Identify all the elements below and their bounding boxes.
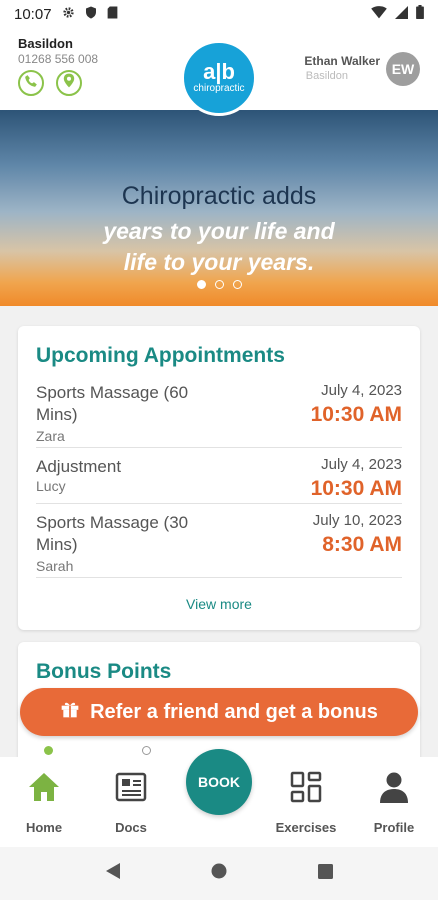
appointment-date: July 10, 2023 [312, 512, 402, 529]
battery-icon [416, 5, 424, 23]
banner-tagline-2: life to your years. [123, 249, 315, 275]
avatar[interactable]: EW [386, 52, 420, 86]
refer-friend-button[interactable]: Refer a friend and get a bonus [20, 688, 418, 736]
signal-icon [395, 5, 408, 23]
appointments-title: Upcoming Appointments [36, 344, 285, 367]
nav-exercises-label: Exercises [275, 820, 337, 835]
clinic-logo: a|b chiropractic [181, 40, 257, 116]
app-header: Basildon 01268 556 008 a|b chiropractic … [0, 28, 438, 116]
nav-profile[interactable]: Profile [354, 771, 434, 835]
document-icon [115, 771, 147, 808]
appointment-staff: Zara [36, 428, 65, 444]
nav-docs-label: Docs [115, 820, 147, 835]
progress-dot-icon [142, 746, 151, 755]
exercises-grid-icon [290, 771, 322, 808]
appointment-service: Sports Massage (30 Mins) [36, 513, 189, 554]
user-name: Ethan Walker [304, 54, 380, 68]
user-location: Basildon [305, 70, 348, 82]
person-icon [379, 771, 409, 808]
carousel-dot[interactable] [232, 280, 242, 289]
refer-friend-label: Refer a friend and get a bonus [90, 700, 378, 723]
promo-banner[interactable]: Chiropractic adds years to your life and… [0, 110, 438, 306]
appointment-date: July 4, 2023 [321, 382, 402, 399]
banner-tagline-1: years to your life and [103, 218, 335, 244]
appointment-date: July 4, 2023 [321, 456, 402, 473]
home-circle-icon[interactable] [211, 863, 227, 884]
appointment-row[interactable]: Sports Massage (30 Mins) Sarah July 10, … [36, 512, 402, 578]
bottom-nav: Home Docs BOOK Exercises Profile [0, 749, 438, 847]
logo-mark: a|b [203, 59, 235, 84]
map-pin-icon [63, 73, 75, 93]
appointment-service: Sports Massage (60 Mins) [36, 383, 189, 424]
nav-home-label: Home [25, 820, 63, 835]
carousel-dots [0, 280, 438, 289]
back-icon[interactable] [105, 862, 121, 885]
gift-icon [60, 699, 80, 725]
phone-icon [24, 74, 38, 93]
carousel-dot[interactable] [214, 280, 224, 289]
banner-heading: Chiropractic adds [121, 182, 317, 210]
book-button[interactable]: BOOK [186, 749, 252, 815]
nav-exercises[interactable]: Exercises [266, 771, 346, 835]
appointment-service: Adjustment [36, 457, 122, 476]
shield-icon [85, 6, 97, 23]
recents-icon[interactable] [317, 863, 333, 884]
gear-icon [62, 6, 75, 23]
home-icon [27, 771, 61, 808]
appointment-time: 8:30 AM [322, 533, 402, 556]
clinic-phone: 01268 556 008 [18, 52, 99, 66]
progress-dot-icon [44, 746, 53, 755]
status-time: 10:07 [14, 5, 52, 23]
appointment-time: 10:30 AM [310, 403, 402, 426]
appointment-staff: Sarah [36, 558, 74, 574]
sim-card-icon [107, 6, 118, 23]
nav-profile-label: Profile [373, 820, 415, 835]
appointment-row[interactable]: Adjustment Lucy July 4, 2023 10:30 AM [36, 456, 402, 504]
logo-text: chiropractic [193, 83, 245, 94]
bonus-points-title: Bonus Points [36, 660, 172, 683]
clinic-name: Basildon [18, 36, 73, 51]
appointment-row[interactable]: Sports Massage (60 Mins) Zara July 4, 20… [36, 382, 402, 448]
call-button[interactable] [18, 70, 44, 96]
system-nav-bar [0, 847, 438, 900]
wifi-icon [371, 5, 387, 23]
appointment-staff: Lucy [36, 478, 66, 494]
carousel-dot[interactable] [196, 280, 206, 289]
view-more-link[interactable]: View more [18, 596, 420, 612]
appointments-card: Upcoming Appointments Sports Massage (60… [18, 326, 420, 630]
appointment-time: 10:30 AM [310, 477, 402, 500]
location-button[interactable] [56, 70, 82, 96]
nav-docs[interactable]: Docs [91, 771, 171, 835]
nav-home[interactable]: Home [4, 771, 84, 835]
status-bar: 10:07 [0, 0, 438, 28]
